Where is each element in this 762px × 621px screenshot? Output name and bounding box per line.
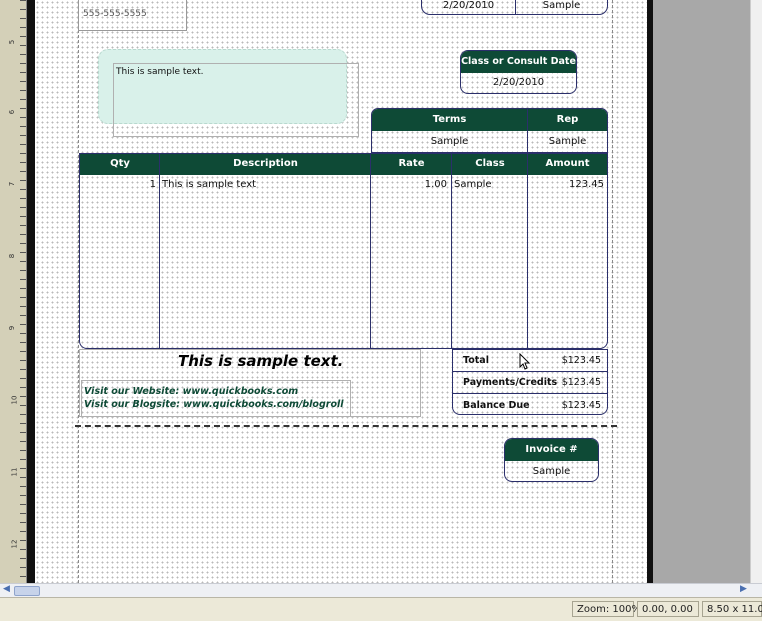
class-date-header: Class or Consult Date [461,51,576,73]
sample-value: Sample [542,0,581,11]
phone-text: 555-555-5555 [83,9,147,19]
ruler-number: 10 [10,395,19,405]
scroll-right-arrow-icon[interactable]: ▶ [740,584,747,594]
ruler-number: 11 [10,467,19,477]
ruler-number: 7 [8,181,17,187]
balance-label: Balance Due [463,400,530,411]
column-divider [159,154,160,348]
line-items-table[interactable]: Qty Description Rate Class Amount 1 This… [79,153,608,349]
status-bar: Zoom: 100% 0.00, 0.00 8.50 x 11.00 [0,597,762,621]
divider [453,393,607,394]
vertical-scrollbar[interactable] [750,0,762,583]
page-size: 8.50 x 11.00 [702,601,762,617]
row-rate: 1.00 [424,179,447,190]
horizontal-scrollbar[interactable]: ◀ ▶ [0,583,762,597]
workspace-background [653,0,750,583]
payments-value: $123.45 [561,377,601,388]
invoice-layout-canvas[interactable]: 555-555-5555 2/20/2010 Sample This is sa… [35,0,647,583]
rep-header: Rep [528,109,607,131]
row-amount: 123.45 [569,179,604,190]
date-value: 2/20/2010 [442,0,495,11]
invoice-number-field[interactable]: Invoice # Sample [504,438,599,482]
invoice-number-value: Sample [532,466,571,477]
date-sample-field[interactable]: 2/20/2010 Sample [421,0,608,15]
phone-field[interactable]: 555-555-5555 [78,0,187,31]
page-edge-left [27,0,35,583]
column-divider [451,154,452,348]
blog-link-text: Visit our Blogsite: www.quickbooks.com/b… [84,399,344,410]
ruler-number: 9 [8,325,17,331]
invoice-number-header: Invoice # [505,439,598,461]
scroll-thumb[interactable] [14,586,40,596]
tear-off-line [75,425,617,427]
website-link-text: Visit our Website: www.quickbooks.com [84,386,299,397]
cursor-coordinates: 0.00, 0.00 [637,601,699,617]
column-header-amount: Amount [528,154,607,174]
total-value: $123.45 [561,355,601,366]
footer-message: This is sample text. [178,352,344,370]
mouse-pointer-icon [519,353,531,370]
rep-value: Sample [548,136,587,147]
total-label: Total [463,355,489,366]
column-header-description: Description [160,154,371,174]
divider [453,371,607,372]
ruler-number: 12 [10,539,19,549]
ruler-number: 5 [8,39,17,45]
rep-field[interactable]: Rep Sample [527,108,608,153]
row-qty: 1 [149,179,156,190]
ruler-number: 8 [8,253,17,259]
vertical-ruler: 5 6 7 8 9 10 11 12 [0,0,27,583]
zoom-level[interactable]: Zoom: 100% [572,601,641,617]
address-text: This is sample text. [116,67,204,77]
row-description: This is sample text [162,179,257,190]
margin-guide-right [612,0,613,583]
terms-value: Sample [430,136,469,147]
scroll-left-arrow-icon[interactable]: ◀ [3,584,10,594]
column-header-class: Class [452,154,528,174]
column-header-rate: Rate [371,154,452,174]
class-date-value: 2/20/2010 [492,77,545,88]
balance-value: $123.45 [561,400,601,411]
links-box[interactable]: Visit our Website: www.quickbooks.com Vi… [81,380,351,417]
terms-field[interactable]: Terms Sample [371,108,528,153]
address-text-box[interactable]: This is sample text. [113,63,359,137]
ruler-number: 6 [8,109,17,115]
class-date-field[interactable]: Class or Consult Date 2/20/2010 [460,50,577,94]
row-class: Sample [454,179,492,190]
column-header-qty: Qty [80,154,160,174]
terms-header: Terms [372,109,527,131]
